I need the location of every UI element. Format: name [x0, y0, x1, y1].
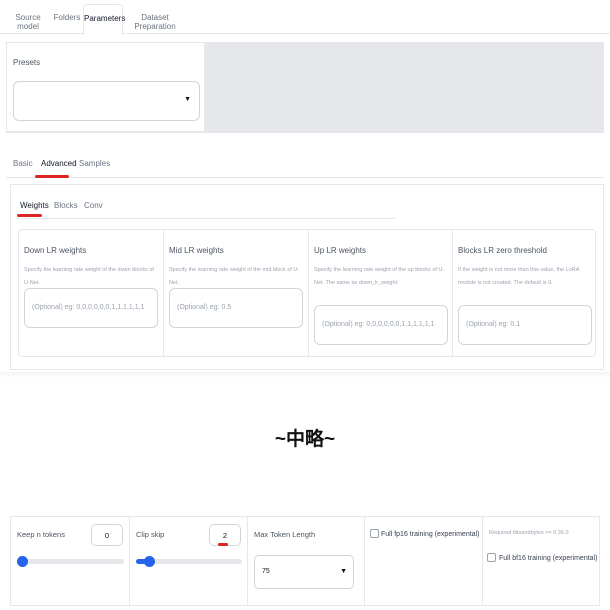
mid-lr-weights-description: Specify the learning rate weight of the … — [169, 267, 300, 286]
full-bf16-checkbox[interactable] — [487, 553, 496, 562]
full-bf16-field: Required bitsandbytes >= 0.36.0 Full bf1… — [483, 517, 599, 605]
presets-dropdown[interactable]: ▼ — [13, 81, 200, 121]
full-fp16-field: Full fp16 training (experimental) — [365, 517, 483, 605]
tab-weights[interactable]: Weights — [15, 193, 54, 220]
tab-dataset-preparation[interactable]: Dataset Preparation — [127, 4, 183, 34]
weights-fields: Down LR weights Specify the learning rat… — [18, 229, 596, 357]
advanced-tab-highlight — [35, 175, 69, 178]
clip-skip-value-highlight — [218, 543, 228, 546]
weights-tab-highlight — [17, 214, 42, 217]
blocks-lr-zero-threshold-description: If the weight is not more than this valu… — [458, 267, 580, 286]
caret-down-icon: ▼ — [184, 96, 191, 103]
advanced-panel: Weights Blocks Conv Down LR weights Spec… — [10, 184, 604, 370]
keep-n-tokens-field: Keep n tokens 0 — [11, 517, 130, 605]
bitsandbytes-requirement-note: Required bitsandbytes >= 0.36.0 — [489, 530, 569, 536]
keep-n-tokens-slider-thumb[interactable] — [17, 556, 28, 567]
divider — [6, 132, 604, 133]
presets-label: Presets — [13, 58, 41, 67]
up-lr-weights-card: Up LR weights Specify the learning rate … — [309, 230, 453, 356]
mid-lr-weights-input[interactable]: (Optional) eg: 0.5 — [169, 288, 303, 328]
max-token-length-dropdown[interactable]: 75 ▼ — [254, 555, 354, 589]
tab-folders[interactable]: Folders — [53, 4, 81, 34]
up-lr-weights-description: Specify the learning rate weight of the … — [314, 267, 445, 286]
full-fp16-label: Full fp16 training (experimental) — [381, 531, 480, 538]
keep-n-tokens-label: Keep n tokens — [17, 530, 65, 539]
caret-down-icon: ▼ — [340, 568, 347, 575]
advanced-inner-tabs: Weights Blocks Conv — [15, 193, 395, 220]
panel-fade — [0, 372, 610, 378]
down-lr-weights-label: Down LR weights — [24, 246, 87, 255]
tab-samples[interactable]: Samples — [79, 159, 110, 168]
max-token-length-field: Max Token Length 75 ▼ — [248, 517, 365, 605]
blocks-lr-zero-threshold-card: Blocks LR zero threshold If the weight i… — [453, 230, 595, 356]
tab-conv[interactable]: Conv — [84, 201, 103, 210]
parameter-sub-tabs: Basic Advanced Samples — [6, 150, 604, 179]
blocks-lr-zero-threshold-input[interactable]: (Optional) eg: 0.1 — [458, 305, 592, 345]
blocks-lr-zero-threshold-label: Blocks LR zero threshold — [458, 246, 547, 255]
mid-lr-weights-label: Mid LR weights — [169, 246, 224, 255]
full-fp16-checkbox[interactable] — [370, 529, 379, 538]
mid-lr-weights-card: Mid LR weights Specify the learning rate… — [164, 230, 309, 356]
clip-skip-field: Clip skip 2 — [130, 517, 248, 605]
tab-parameters[interactable]: Parameters — [83, 4, 125, 35]
full-bf16-label: Full bf16 training (experimental) — [499, 555, 598, 562]
tab-advanced[interactable]: Advanced — [35, 150, 83, 179]
down-lr-weights-input[interactable]: (Optional) eg: 0,0,0,0,0,0,1,1,1,1,1,1 — [24, 288, 158, 328]
up-lr-weights-label: Up LR weights — [314, 246, 367, 255]
keep-n-tokens-number[interactable]: 0 — [91, 524, 123, 546]
training-options-panel: Keep n tokens 0 Clip skip 2 Max Token Le… — [10, 516, 600, 606]
down-lr-weights-card: Down LR weights Specify the learning rat… — [19, 230, 164, 356]
omitted-section-marker: ~中略~ — [274, 429, 336, 450]
tab-blocks[interactable]: Blocks — [54, 201, 78, 210]
max-token-length-label: Max Token Length — [254, 530, 316, 539]
tab-source-model[interactable]: Source model — [4, 4, 52, 34]
max-token-length-value: 75 — [262, 568, 270, 575]
up-lr-weights-input[interactable]: (Optional) eg: 0,0,0,0,0,0,1,1,1,1,1,1 — [314, 305, 448, 345]
clip-skip-label: Clip skip — [136, 530, 165, 539]
down-lr-weights-description: Specify the learning rate weight of the … — [24, 267, 154, 286]
clip-skip-slider-thumb[interactable] — [144, 556, 155, 567]
presets-panel: Presets ▼ — [6, 42, 204, 132]
top-tab-bar: Source model Folders Parameters Dataset … — [0, 0, 610, 35]
clip-skip-slider[interactable] — [136, 556, 242, 567]
tab-basic[interactable]: Basic — [13, 159, 33, 168]
presets-side-area — [204, 42, 604, 132]
keep-n-tokens-slider[interactable] — [17, 556, 124, 567]
